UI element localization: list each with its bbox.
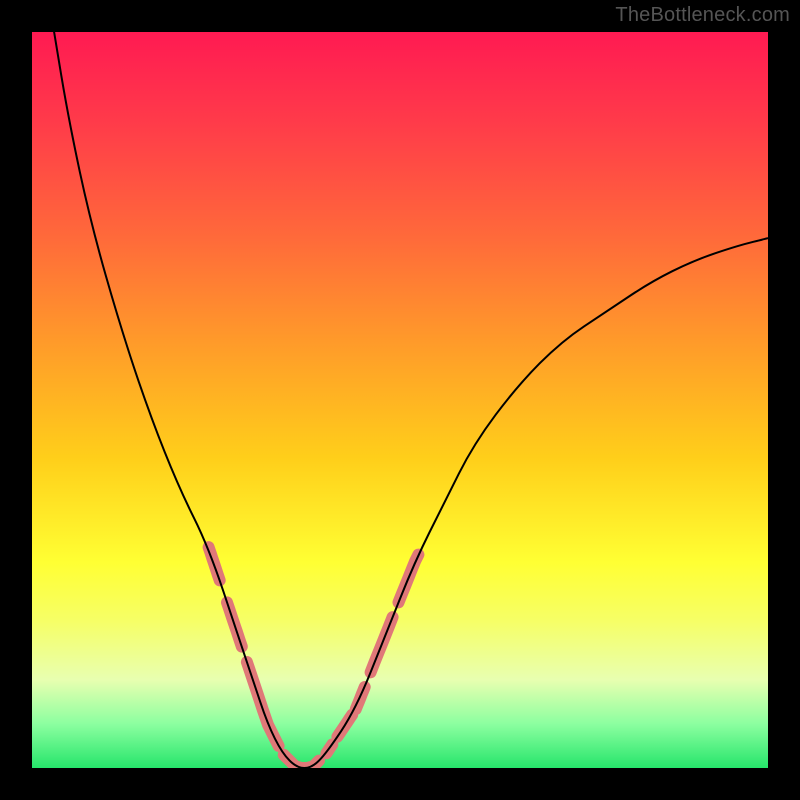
curve-overlay — [32, 32, 768, 768]
highlight-segments — [209, 547, 419, 768]
bottleneck-curve — [54, 32, 768, 768]
chart-frame: TheBottleneck.com — [0, 0, 800, 800]
watermark-text: TheBottleneck.com — [615, 4, 790, 27]
plot-area — [32, 32, 768, 768]
